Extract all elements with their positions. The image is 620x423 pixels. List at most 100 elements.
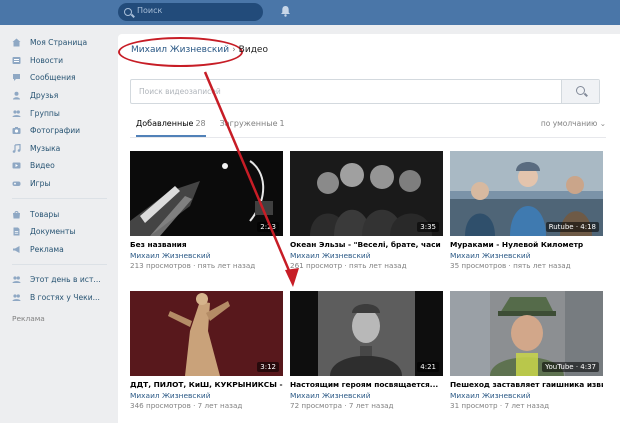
sidebar-item-groups[interactable]: Группы xyxy=(12,104,114,122)
sidebar-item-friends[interactable]: Друзья xyxy=(12,87,114,105)
sidebar-item-messages[interactable]: Сообщения xyxy=(12,69,114,87)
breadcrumb: Михаил Жизневский › Видео xyxy=(131,45,268,55)
tab-count: 1 xyxy=(279,119,285,128)
breadcrumb-separator: › xyxy=(232,45,236,55)
video-title[interactable]: ДДТ, ПИЛОТ, КиШ, КУКРЫНИКСЫ - "Ро... xyxy=(130,380,283,389)
sidebar-item-games[interactable]: Игры xyxy=(12,175,114,193)
sidebar-item-video[interactable]: Видео xyxy=(12,157,114,175)
tab-label: Загруженные xyxy=(219,119,278,128)
sidebar-item-photos[interactable]: Фотографии xyxy=(12,122,114,140)
document-icon xyxy=(12,227,21,236)
sort-dropdown[interactable]: по умолчанию ⌄ xyxy=(541,119,606,128)
video-card[interactable]: Rutube · 4:18 Мураками - Нулевой Километ… xyxy=(450,151,603,270)
shop-icon xyxy=(12,210,21,219)
chevron-down-icon: ⌄ xyxy=(599,119,606,128)
video-author[interactable]: Михаил Жизневский xyxy=(290,391,443,400)
tab-added[interactable]: Добавленные 28 xyxy=(136,119,206,137)
video-duration: 2:23 xyxy=(257,222,279,232)
sidebar-item-label: В гостях у Чеки... xyxy=(30,293,100,303)
sidebar-item-documents[interactable]: Документы xyxy=(12,223,114,241)
sidebar-item-label: Игры xyxy=(30,179,51,189)
tab-count: 28 xyxy=(195,119,206,128)
breadcrumb-current-page: Видео xyxy=(238,45,268,55)
sidebar-item-label: Видео xyxy=(30,161,55,171)
video-thumbnail[interactable]: 2:23 xyxy=(130,151,283,236)
video-title[interactable]: Океан Эльзы - "Веселі, брате, часи наст.… xyxy=(290,240,443,249)
search-icon xyxy=(576,86,585,95)
bell-icon[interactable] xyxy=(280,5,291,17)
video-search-input[interactable]: Поиск видеозаписей xyxy=(130,79,600,104)
sidebar-item-ads[interactable]: Реклама xyxy=(12,241,114,259)
video-thumbnail[interactable]: YouTube · 4:37 xyxy=(450,291,603,376)
video-author[interactable]: Михаил Жизневский xyxy=(290,251,443,260)
camera-icon xyxy=(12,126,21,135)
video-duration: YouTube · 4:37 xyxy=(542,362,599,372)
sidebar-item-label: Моя Страница xyxy=(30,38,88,48)
sidebar-divider xyxy=(12,264,107,266)
video-search-button[interactable] xyxy=(561,80,599,103)
top-bar: Поиск xyxy=(0,0,620,25)
video-thumbnail[interactable]: Rutube · 4:18 xyxy=(450,151,603,236)
video-duration: Rutube · 4:18 xyxy=(545,222,599,232)
video-page-panel: Михаил Жизневский › Видео Поиск видеозапис… xyxy=(118,34,620,423)
sidebar-ads-link[interactable]: Реклама xyxy=(12,314,114,323)
video-card[interactable]: 4:21 Настоящим героям посвящается... Мих… xyxy=(290,291,443,410)
video-meta: 346 просмотров · 7 лет назад xyxy=(130,401,243,410)
breadcrumb-owner-link[interactable]: Михаил Жизневский xyxy=(131,45,229,55)
global-search-placeholder: Поиск xyxy=(137,6,163,15)
video-meta: 72 просмотра · 7 лет назад xyxy=(290,401,394,410)
video-card[interactable]: 2:23 Без названия Михаил Жизневский 213 … xyxy=(130,151,283,270)
video-title[interactable]: Настоящим героям посвящается... xyxy=(290,380,443,389)
video-author[interactable]: Михаил Жизневский xyxy=(130,251,283,260)
video-search-placeholder: Поиск видеозаписей xyxy=(139,87,221,96)
megaphone-icon xyxy=(12,245,21,254)
video-meta: 31 просмотр · 7 лет назад xyxy=(450,401,550,410)
video-duration: 3:35 xyxy=(417,222,439,232)
sidebar-item-label: Этот день в ист... xyxy=(30,275,101,285)
sidebar-item-label: Друзья xyxy=(30,91,59,101)
video-thumbnail[interactable]: 3:12 xyxy=(130,291,283,376)
video-title[interactable]: Без названия xyxy=(130,240,283,249)
search-icon xyxy=(124,8,132,16)
sidebar-item-my-page[interactable]: Моя Страница xyxy=(12,34,114,52)
sidebar-item-label: Музыка xyxy=(30,143,61,153)
video-card[interactable]: YouTube · 4:37 Пешеход заставляет гаишни… xyxy=(450,291,603,410)
video-title[interactable]: Мураками - Нулевой Километр xyxy=(450,240,603,249)
tab-uploaded[interactable]: Загруженные 1 xyxy=(220,119,285,137)
video-duration: 4:21 xyxy=(417,362,439,372)
sidebar-item-label: Товары xyxy=(30,209,60,219)
sidebar-item-label: Группы xyxy=(30,108,60,118)
sort-label: по умолчанию xyxy=(540,119,598,128)
video-author[interactable]: Михаил Жизневский xyxy=(450,251,603,260)
people-icon xyxy=(12,293,21,302)
video-icon xyxy=(12,161,21,170)
global-search-input[interactable]: Поиск xyxy=(118,3,263,21)
video-author[interactable]: Михаил Жизневский xyxy=(130,391,283,400)
sidebar-item-label: Реклама xyxy=(30,244,64,254)
sidebar-item-label: Сообщения xyxy=(30,73,76,83)
sidebar-item-goods[interactable]: Товары xyxy=(12,205,114,223)
sidebar-item-community-1[interactable]: Этот день в ист... xyxy=(12,271,114,289)
sidebar-item-label: Новости xyxy=(30,55,64,65)
video-thumbnail[interactable]: 4:21 xyxy=(290,291,443,376)
tabs-divider xyxy=(130,137,606,138)
video-meta: 35 просмотров · пять лет назад xyxy=(450,261,571,270)
sidebar-item-news[interactable]: Новости xyxy=(12,52,114,70)
home-icon xyxy=(12,38,21,47)
sidebar-item-community-2[interactable]: В гостях у Чеки... xyxy=(12,289,114,307)
tab-label: Добавленные xyxy=(136,119,194,128)
group-icon xyxy=(12,109,21,118)
sidebar-divider xyxy=(12,198,107,200)
video-author[interactable]: Михаил Жизневский xyxy=(450,391,603,400)
video-card[interactable]: 3:35 Океан Эльзы - "Веселі, брате, часи … xyxy=(290,151,443,270)
sidebar-item-music[interactable]: Музыка xyxy=(12,140,114,158)
people-icon xyxy=(12,275,21,284)
news-icon xyxy=(12,56,21,65)
gamepad-icon xyxy=(12,179,21,188)
video-thumbnail[interactable]: 3:35 xyxy=(290,151,443,236)
video-duration: 3:12 xyxy=(257,362,279,372)
video-card[interactable]: 3:12 ДДТ, ПИЛОТ, КиШ, КУКРЫНИКСЫ - "Ро..… xyxy=(130,291,283,410)
video-tabs: Добавленные 28 Загруженные 1 xyxy=(136,119,299,137)
video-title[interactable]: Пешеход заставляет гаишника извинятся xyxy=(450,380,603,389)
sidebar-item-label: Фотографии xyxy=(30,126,81,136)
